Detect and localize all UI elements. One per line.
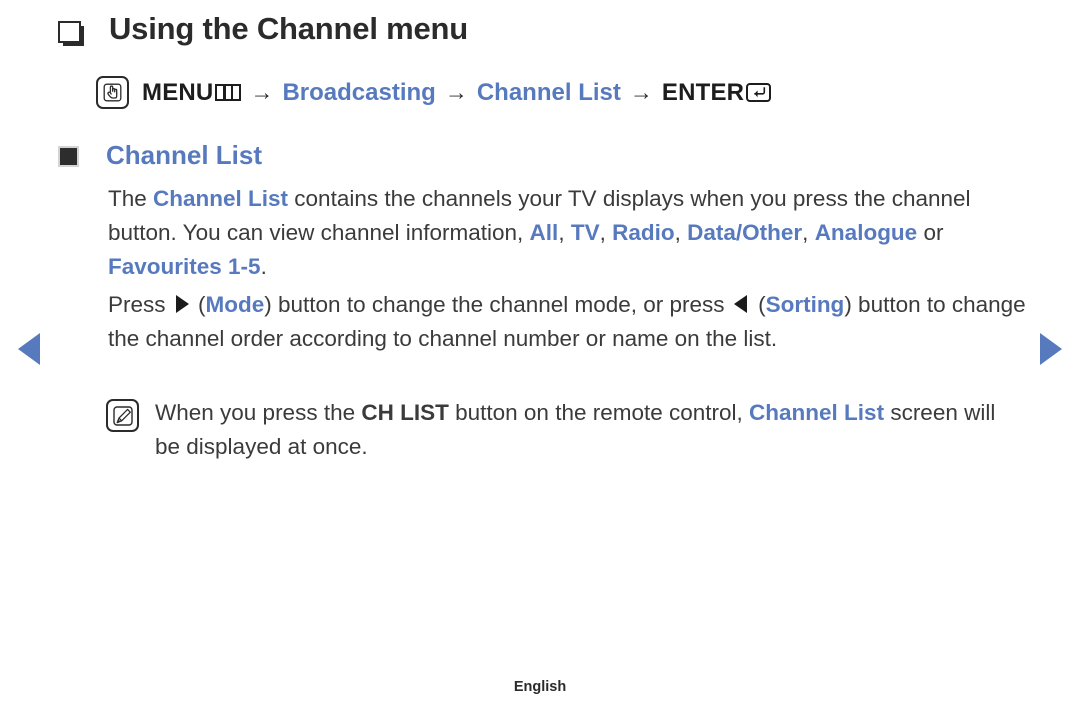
p2-text-1: Press [108, 292, 172, 317]
note-block: When you press the CH LIST button on the… [106, 396, 1026, 464]
p2-text-2: ( [191, 292, 206, 317]
paragraph-channel-list-description: The Channel List contains the channels y… [108, 182, 1026, 284]
p2-text-4: ( [751, 292, 766, 317]
note-link-channel-list: Channel List [749, 400, 885, 425]
p1-option-analogue: Analogue [814, 220, 918, 245]
menu-path-arrow-3: → [629, 79, 653, 105]
section-heading: Channel List [106, 140, 263, 170]
p2-text-3: ) button to change the channel mode, or … [264, 292, 731, 317]
menu-bars-icon [215, 84, 242, 101]
menu-path-arrow-1: → [250, 79, 274, 105]
manual-page: Using the Channel menu MENU → Broadcasti… [0, 0, 1080, 705]
footer-language-label: English [513, 679, 567, 695]
note-key-ch-list: CH LIST [361, 400, 449, 425]
note-text-2: button on the remote control, [448, 400, 750, 425]
menu-path-step-broadcasting: Broadcasting [282, 78, 436, 106]
menu-path-enter-label: ENTER [661, 78, 745, 106]
note-text: When you press the CH LIST button on the… [155, 396, 1026, 464]
previous-page-arrow[interactable] [18, 333, 40, 365]
p1-option-favourites: Favourites 1-5 [108, 254, 261, 279]
p1-text-3: or [917, 220, 944, 245]
paragraph-mode-sorting-instructions: Press (Mode) button to change the channe… [108, 288, 1026, 356]
hollow-square-bullet-icon [58, 21, 81, 44]
p1-sep-4: , [802, 220, 815, 245]
p1-sep-2: , [599, 220, 613, 245]
p1-sep-3: , [674, 220, 688, 245]
section-heading-row: Channel List [58, 140, 263, 171]
menu-path-menu-label: MENU [142, 78, 214, 106]
solid-square-bullet-icon [58, 146, 79, 167]
p1-sep-1: , [558, 220, 571, 245]
p1-option-all: All [529, 220, 559, 245]
p1-option-tv: TV [570, 220, 600, 245]
menu-path-arrow-2: → [444, 79, 468, 105]
hand-press-button-icon [96, 76, 129, 109]
enter-return-key-icon [746, 83, 772, 102]
page-title-row: Using the Channel menu [58, 10, 468, 49]
right-direction-button-icon [175, 295, 189, 313]
p1-option-data-other: Data/Other [687, 220, 803, 245]
note-text-1: When you press the [155, 400, 362, 425]
menu-path-step-channel-list: Channel List [476, 78, 621, 106]
p1-option-radio: Radio [612, 220, 675, 245]
p1-text-1: The [108, 186, 154, 211]
note-pencil-icon [106, 399, 139, 432]
menu-path-breadcrumb: MENU → Broadcasting → Channel List → ENT… [96, 76, 772, 109]
p2-label-sorting: Sorting [765, 292, 845, 317]
p1-link-channel-list: Channel List [153, 186, 289, 211]
left-direction-button-icon [733, 295, 747, 313]
next-page-arrow[interactable] [1040, 333, 1062, 365]
p1-text-4: . [260, 254, 267, 279]
p2-label-mode: Mode [205, 292, 265, 317]
page-title: Using the Channel menu [109, 11, 469, 46]
